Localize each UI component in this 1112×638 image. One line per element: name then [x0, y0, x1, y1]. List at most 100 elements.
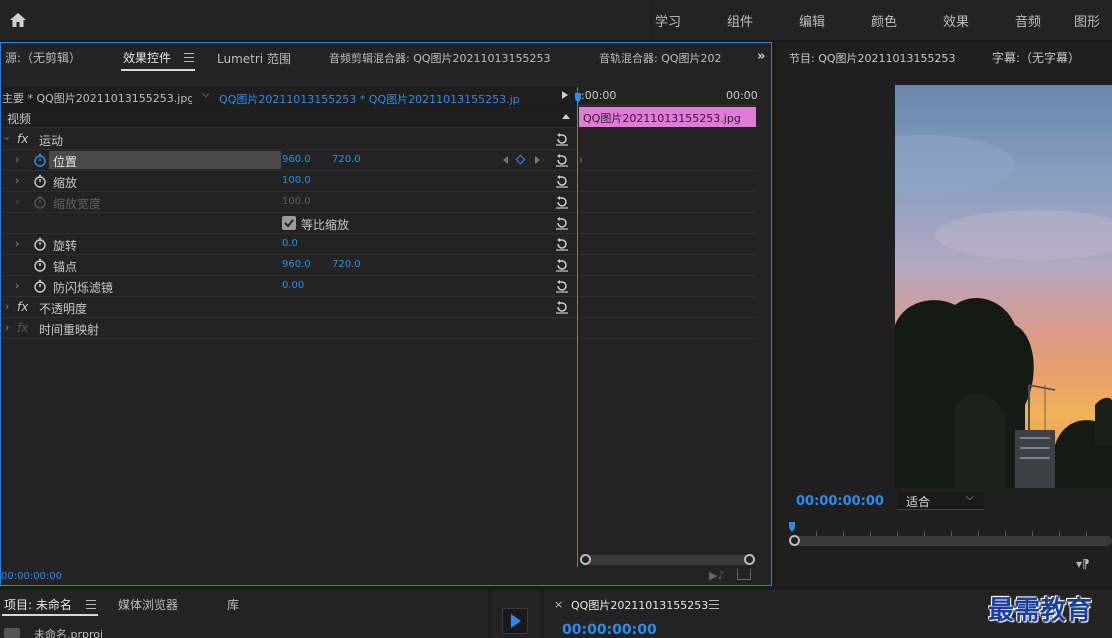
tab-library[interactable]: 库: [227, 596, 239, 613]
collapse-icon[interactable]: [562, 114, 570, 119]
previous-keyframe-icon[interactable]: [503, 156, 508, 164]
expand-icon[interactable]: ›: [15, 174, 19, 187]
effect-row-opacity[interactable]: › fx 不透明度: [1, 297, 576, 318]
chevron-down-icon[interactable]: ⌵: [202, 89, 210, 100]
reset-icon[interactable]: [555, 195, 569, 209]
fx-badge[interactable]: fx: [17, 300, 28, 314]
expand-icon[interactable]: ›: [5, 321, 9, 334]
more-tabs-icon[interactable]: »: [757, 49, 765, 64]
reset-icon[interactable]: [555, 279, 569, 293]
opacity-label: 不透明度: [39, 302, 88, 316]
property-row-uniform-scale: 等比缩放: [1, 213, 576, 234]
workspace-assembly[interactable]: 组件: [704, 11, 776, 30]
close-icon[interactable]: ×: [554, 598, 563, 611]
program-scrollbar[interactable]: [789, 535, 1112, 546]
stopwatch-icon[interactable]: [33, 153, 47, 167]
program-monitor-panel: 节目: QQ图片20211013155253 字幕:（无字幕） 00:00:00…: [776, 42, 1112, 586]
anchor-x-value[interactable]: 960.0: [282, 259, 311, 270]
scroll-handle-left[interactable]: [580, 554, 591, 565]
reset-icon[interactable]: [555, 153, 569, 167]
tab-sequence[interactable]: QQ图片20211013155253: [571, 597, 708, 613]
expand-icon: ›: [15, 195, 20, 208]
ec-timecode[interactable]: 00:00:00:00: [1, 571, 62, 582]
tab-lumetri[interactable]: Lumetri 范围: [217, 50, 291, 67]
expand-icon[interactable]: ›: [1, 136, 14, 140]
property-row-anti-flicker[interactable]: › 防闪烁滤镜 0.00: [1, 276, 576, 297]
rotation-value[interactable]: 0.0: [282, 238, 298, 249]
export-audio-icon[interactable]: ▶♪: [709, 569, 724, 582]
add-keyframe-icon[interactable]: [515, 154, 526, 165]
selection-tool-icon: [511, 614, 521, 628]
program-time-ruler[interactable]: [790, 522, 1112, 536]
active-tab-underline: [2, 614, 98, 616]
reset-icon[interactable]: [555, 216, 569, 230]
expand-icon[interactable]: ›: [5, 300, 9, 313]
play-only-icon[interactable]: [562, 91, 568, 99]
program-video-frame[interactable]: [895, 85, 1112, 488]
menu-icon[interactable]: [184, 53, 194, 62]
expand-icon[interactable]: ›: [15, 237, 19, 250]
menu-icon[interactable]: [709, 600, 719, 609]
workspace-audio[interactable]: 音频: [992, 11, 1064, 30]
reset-icon[interactable]: [555, 132, 569, 146]
workspace-color[interactable]: 颜色: [848, 11, 920, 30]
property-row-position[interactable]: › 位置 960.0 720.0: [1, 150, 576, 171]
expand-icon[interactable]: ›: [15, 153, 19, 166]
expand-icon[interactable]: ›: [15, 279, 19, 292]
project-file-name[interactable]: 未命名.prproj: [34, 626, 103, 638]
stopwatch-icon[interactable]: [33, 258, 47, 272]
workspace-editing[interactable]: 编辑: [776, 11, 848, 30]
ec-clip-name: QQ图片20211013155253.jpg: [583, 112, 741, 125]
stopwatch-icon[interactable]: [33, 279, 47, 293]
reset-icon[interactable]: [555, 174, 569, 188]
property-row-scale[interactable]: › 缩放 100.0: [1, 171, 576, 192]
marker-settings-icon[interactable]: ▾⁋: [1076, 557, 1090, 571]
tab-audio-track-mixer[interactable]: 音轨混合器: QQ图片202: [599, 50, 734, 66]
position-label: 位置: [53, 155, 78, 169]
workspace-effects[interactable]: 效果: [920, 11, 992, 30]
chevron-down-icon: ⌵: [966, 492, 974, 503]
anti-flicker-value[interactable]: 0.00: [282, 280, 304, 291]
reset-icon[interactable]: [555, 300, 569, 314]
selection-tool-button[interactable]: [502, 608, 528, 634]
scroll-handle-left[interactable]: [789, 535, 800, 546]
section-video-label: 视频: [7, 112, 32, 126]
property-row-anchor-point[interactable]: 锚点 960.0 720.0: [1, 255, 576, 276]
program-timecode[interactable]: 00:00:00:00: [796, 494, 884, 509]
reset-icon[interactable]: [555, 258, 569, 272]
position-y-value[interactable]: 720.0: [332, 154, 361, 165]
menu-icon[interactable]: [86, 600, 96, 609]
workspace-learn[interactable]: 学习: [632, 11, 704, 30]
next-keyframe-icon[interactable]: [535, 156, 540, 164]
property-row-rotation[interactable]: › 旋转 0.0: [1, 234, 576, 255]
anchor-y-value[interactable]: 720.0: [332, 259, 361, 270]
reset-icon[interactable]: [555, 237, 569, 251]
effect-row-time-remapping[interactable]: › fx 时间重映射: [1, 318, 576, 339]
sequence-clip-label[interactable]: QQ图片20211013155253 * QQ图片20211013155253.…: [219, 91, 519, 107]
ec-zoom-scrollbar[interactable]: [580, 554, 755, 565]
ec-timeline-end: 00:00: [726, 89, 758, 102]
stopwatch-icon[interactable]: [33, 237, 47, 251]
stopwatch-icon[interactable]: [33, 174, 47, 188]
scroll-handle-right[interactable]: [744, 554, 755, 565]
scale-value[interactable]: 100.0: [282, 175, 311, 186]
effect-row-motion[interactable]: › fx 运动: [1, 129, 576, 150]
keyframe-indicator-icon: ›: [579, 155, 583, 166]
workspace-graphics[interactable]: 图形: [1064, 11, 1112, 30]
program-title[interactable]: 节目: QQ图片20211013155253: [789, 50, 956, 66]
tab-effect-controls[interactable]: 效果控件: [123, 49, 171, 66]
tab-media-browser[interactable]: 媒体浏览器: [118, 596, 178, 613]
uniform-scale-checkbox[interactable]: [282, 216, 296, 230]
tab-audio-clip-mixer[interactable]: 音频剪辑混合器: QQ图片20211013155253: [329, 50, 579, 66]
sequence-timecode[interactable]: 00:00:00:00: [562, 622, 657, 638]
position-x-value[interactable]: 960.0: [282, 154, 311, 165]
captions-label[interactable]: 字幕:（无字幕）: [992, 49, 1080, 66]
fx-badge[interactable]: fx: [17, 132, 28, 146]
fit-dropdown[interactable]: 适合 ⌵: [898, 492, 984, 510]
home-icon[interactable]: [9, 11, 27, 29]
ec-clip-bar[interactable]: QQ图片20211013155253.jpg: [579, 107, 756, 127]
share-icon[interactable]: [737, 569, 751, 580]
motion-label: 运动: [39, 134, 64, 148]
tab-source[interactable]: 源:（无剪辑）: [5, 49, 81, 66]
tab-project[interactable]: 项目: 未命名: [4, 596, 72, 613]
